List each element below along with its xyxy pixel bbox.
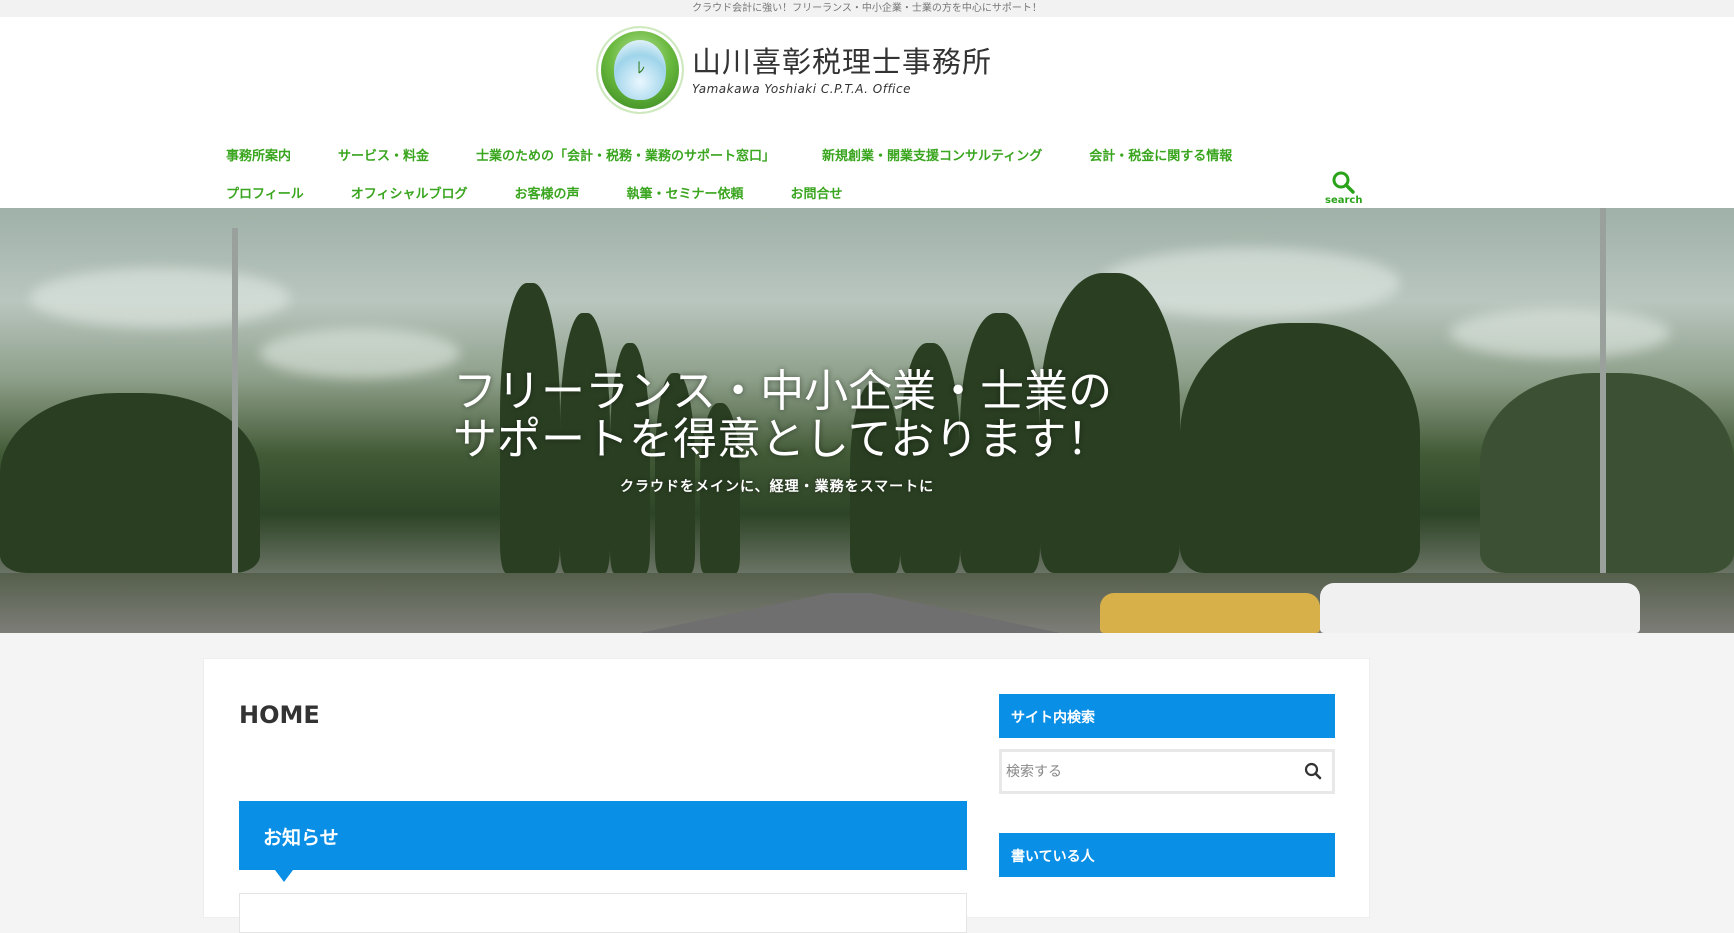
search-toggle-label: search (1325, 195, 1363, 206)
sidebar-author-title: 書いている人 (999, 833, 1335, 877)
main-container: HOME お知らせ サイト内検索 書いている人 (203, 658, 1370, 933)
top-tagline: クラウド会計に強い！フリーランス・中小企業・士業の方を中心にサポート！ (692, 3, 1042, 14)
news-heading-label: お知らせ (263, 827, 339, 849)
site-logo[interactable]: ﾚ 山川喜彰税理士事務所 Yamakawa Yoshiaki C.P.T.A. … (598, 28, 992, 112)
nav-item-profile[interactable]: プロフィール (226, 183, 304, 202)
hero-title: フリーランス・中小企業・士業の サポートを得意としております！ (453, 368, 1153, 464)
search-icon (1304, 762, 1322, 780)
hero-banner: フリーランス・中小企業・士業の サポートを得意としております！ クラウドをメイン… (0, 208, 1734, 633)
hero-title-line1: フリーランス・中小企業・士業の (453, 366, 1113, 417)
logo-name-jp: 山川喜彰税理士事務所 (692, 44, 993, 79)
header-search-button[interactable]: search (1325, 170, 1363, 206)
nav-item-voices[interactable]: お客様の声 (515, 183, 580, 202)
page-title: HOME (239, 701, 320, 729)
news-list (239, 893, 967, 933)
nav-item-seminar[interactable]: 執筆・セミナー依頼 (627, 183, 744, 202)
nav-item-blog[interactable]: オフィシャルブログ (351, 183, 468, 202)
news-heading: お知らせ (239, 801, 967, 882)
logo-emblem-icon: ﾚ (598, 28, 682, 112)
sidebar-search-input[interactable] (1002, 752, 1282, 791)
sidebar-search-submit[interactable] (1304, 762, 1322, 784)
nav-item-services[interactable]: サービス・料金 (338, 145, 429, 164)
hero-title-line2: サポートを得意としております！ (453, 414, 1111, 465)
sidebar-search-form (999, 749, 1335, 794)
top-tagline-bar: クラウド会計に強い！フリーランス・中小企業・士業の方を中心にサポート！ (0, 0, 1734, 17)
logo-name-en: Yamakawa Yoshiaki C.P.T.A. Office (692, 81, 911, 96)
nav-item-office[interactable]: 事務所案内 (226, 145, 291, 164)
site-header: ﾚ 山川喜彰税理士事務所 Yamakawa Yoshiaki C.P.T.A. … (0, 17, 1734, 208)
nav-item-contact[interactable]: お問合せ (791, 183, 843, 202)
nav-item-startup-consulting[interactable]: 新規創業・開業支援コンサルティング (822, 145, 1042, 164)
search-icon (1332, 171, 1355, 194)
nav-item-shigyo-support[interactable]: 士業のための「会計・税務・業務のサポート窓口」 (476, 145, 775, 164)
sidebar-search-title: サイト内検索 (999, 694, 1335, 738)
global-nav: 事務所案内 サービス・料金 士業のための「会計・税務・業務のサポート窓口」 新規… (226, 135, 1246, 211)
nav-row-1: 事務所案内 サービス・料金 士業のための「会計・税務・業務のサポート窓口」 新規… (226, 135, 1246, 173)
nav-row-2: プロフィール オフィシャルブログ お客様の声 執筆・セミナー依頼 お問合せ (226, 173, 1246, 211)
hero-subtitle: クラウドをメインに、経理・業務をスマートに (620, 479, 935, 495)
nav-item-tax-info[interactable]: 会計・税金に関する情報 (1089, 145, 1232, 164)
